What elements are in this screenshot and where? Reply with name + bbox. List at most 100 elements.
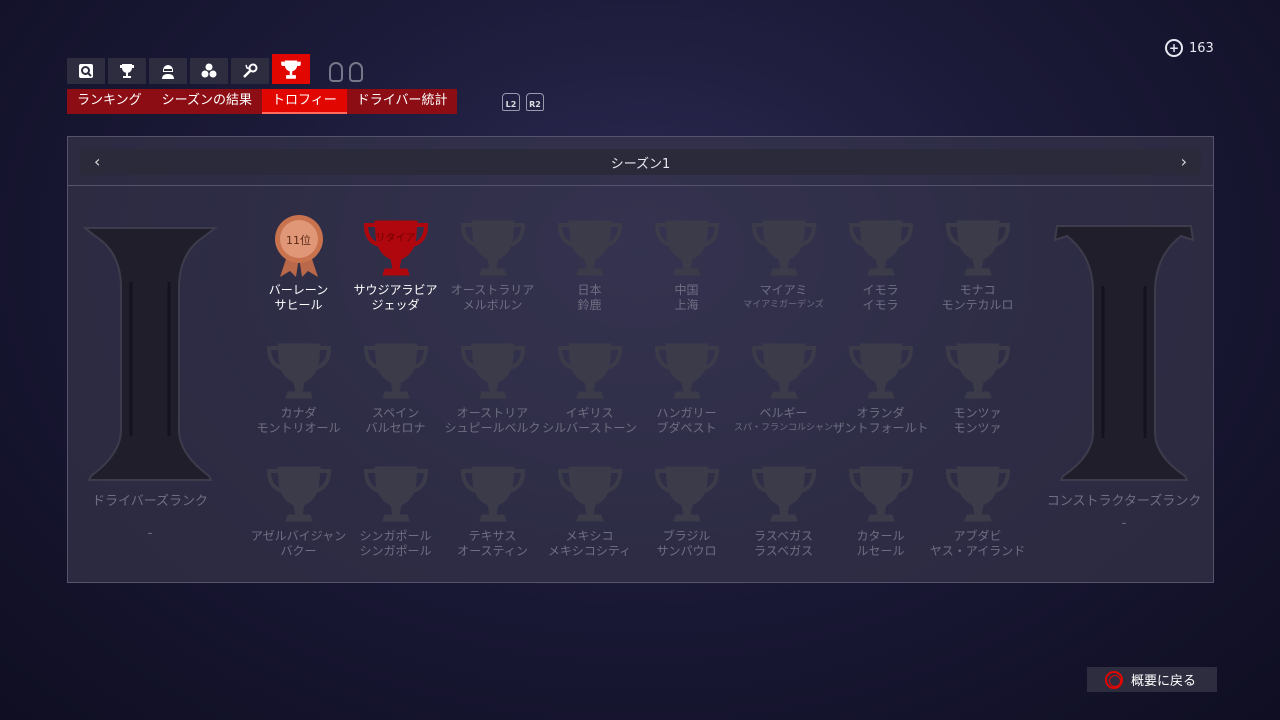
race-trophy-item[interactable]: シンガポール シンガポール xyxy=(347,459,444,582)
locked-trophy-icon xyxy=(361,336,431,404)
race-label: バーレーン サヒール xyxy=(269,283,328,313)
race-label: アブダビ ヤス・アイランド xyxy=(930,529,1025,559)
shoulder-buttons xyxy=(329,62,363,82)
race-trophy-item[interactable]: モナコ モンテカルロ xyxy=(929,213,1026,336)
race-country: テキサス xyxy=(468,529,517,543)
race-trophy-item[interactable]: 日本 鈴鹿 xyxy=(541,213,638,336)
search-tab-icon[interactable] xyxy=(67,58,105,84)
race-trophy-item[interactable]: ラスベガス ラスベガス xyxy=(735,459,832,582)
race-circuit: モンツァ xyxy=(953,421,1002,435)
tab-season-results[interactable]: シーズンの結果 xyxy=(152,89,262,114)
race-country: 日本 xyxy=(577,283,602,297)
race-country: ハンガリー xyxy=(656,406,717,420)
race-circuit: シンガポール xyxy=(359,544,432,558)
trophy-cup-tab-icon[interactable] xyxy=(108,58,146,84)
race-label: マイアミ マイアミガーデンズ xyxy=(743,283,824,313)
race-circuit: バクー xyxy=(280,544,317,558)
race-trophy-item[interactable]: カタール ルセール xyxy=(832,459,929,582)
chevron-left-icon[interactable]: ‹ xyxy=(94,152,100,171)
race-trophy-item[interactable]: 中国 上海 xyxy=(638,213,735,336)
race-circuit: モンテカルロ xyxy=(941,298,1014,312)
tab-driver-stats[interactable]: ドライバー統計 xyxy=(347,89,458,114)
race-circuit: イモラ xyxy=(862,298,899,312)
race-circuit: メルボルン xyxy=(462,298,523,312)
trophy-panel: ‹ シーズン1 › ドライバーズランク - コンストラクターズランク - 11位… xyxy=(67,136,1214,583)
race-label: オーストラリア メルボルン xyxy=(451,283,534,313)
race-trophy-item[interactable]: リタイア サウジアラビア ジェッダ xyxy=(347,213,444,336)
race-label: モナコ モンテカルロ xyxy=(941,283,1013,313)
race-label: シンガポール シンガポール xyxy=(359,529,431,559)
race-trophy-item[interactable]: マイアミ マイアミガーデンズ xyxy=(735,213,832,336)
locked-trophy-icon xyxy=(943,213,1013,281)
driver-rank-trophy-icon xyxy=(82,227,218,481)
constructor-rank: コンストラクターズランク - xyxy=(1044,222,1204,531)
race-trophy-item[interactable]: ベルギー スパ・フランコルシャン xyxy=(734,336,834,459)
locked-trophy-icon xyxy=(555,459,625,527)
tab-ranking[interactable]: ランキング xyxy=(67,89,152,114)
race-trophy-item[interactable]: 11位 バーレーン サヒール xyxy=(250,213,347,336)
race-circuit: サヒール xyxy=(274,298,323,312)
race-trophy-item[interactable]: オランダ ザントフォールト xyxy=(832,336,929,459)
currency-display: + 163 xyxy=(1165,39,1214,57)
race-circuit: シルバーストーン xyxy=(542,421,637,435)
constructor-rank-label: コンストラクターズランク xyxy=(1046,494,1202,509)
locked-trophy-icon xyxy=(458,336,528,404)
race-circuit: ルセール xyxy=(856,544,905,558)
race-label: イモラ イモラ xyxy=(862,283,898,313)
wrench-tab-icon[interactable] xyxy=(231,58,269,84)
race-trophy-item[interactable]: モンツァ モンツァ xyxy=(929,336,1026,459)
race-label: アゼルバイジャン バクー xyxy=(251,529,346,559)
locked-trophy-icon xyxy=(555,336,625,404)
race-trophy-item[interactable]: ハンガリー ブダペスト xyxy=(638,336,735,459)
locked-trophy-icon xyxy=(943,336,1013,404)
race-trophy-item[interactable]: イギリス シルバーストーン xyxy=(541,336,638,459)
race-trophy-item[interactable]: スペイン バルセロナ xyxy=(347,336,444,459)
race-country: モンツァ xyxy=(953,406,1002,420)
locked-trophy-icon xyxy=(652,459,722,527)
race-circuit: バルセロナ xyxy=(365,421,426,435)
race-country: オランダ xyxy=(856,406,905,420)
constructor-rank-trophy-icon xyxy=(1053,225,1195,481)
locked-trophy-icon xyxy=(458,213,528,281)
race-circuit: ヤス・アイランド xyxy=(929,544,1026,558)
race-trophy-item[interactable]: メキシコ メキシコシティ xyxy=(541,459,638,582)
race-label: 日本 鈴鹿 xyxy=(577,283,601,313)
race-trophy-item[interactable]: オーストリア シュピールベルク xyxy=(444,336,541,459)
race-trophy-item[interactable]: テキサス オースティン xyxy=(444,459,541,582)
race-label: オーストリア シュピールベルク xyxy=(444,406,540,436)
race-circuit: ラスベガス xyxy=(754,544,813,558)
race-trophy-item[interactable]: オーストラリア メルボルン xyxy=(444,213,541,336)
r1-button-icon xyxy=(349,62,363,82)
race-trophy-item[interactable]: カナダ モントリオール xyxy=(250,336,347,459)
driver-tab-icon[interactable] xyxy=(149,58,187,84)
race-country: カタール xyxy=(856,529,905,543)
season-selector: ‹ シーズン1 › xyxy=(80,149,1201,175)
race-country: アゼルバイジャン xyxy=(250,529,347,543)
locked-trophy-icon xyxy=(943,459,1013,527)
race-circuit: スパ・フランコルシャン xyxy=(734,423,834,433)
race-circuit: ザントフォールト xyxy=(832,421,929,435)
locked-trophy-icon xyxy=(458,459,528,527)
trophy-tab-icon[interactable] xyxy=(272,54,310,84)
tab-trophies[interactable]: トロフィー xyxy=(261,89,347,114)
race-trophy-item[interactable]: イモラ イモラ xyxy=(832,213,929,336)
back-to-overview-button[interactable]: 概要に戻る xyxy=(1087,667,1217,692)
circle-button-icon xyxy=(1105,670,1123,689)
constructor-rank-value: - xyxy=(1121,516,1127,531)
race-label: ハンガリー ブダペスト xyxy=(656,406,716,436)
chevron-right-icon[interactable]: › xyxy=(1181,152,1187,171)
race-circuit: マイアミガーデンズ xyxy=(743,300,824,310)
locked-trophy-icon xyxy=(555,213,625,281)
race-country: バーレーン xyxy=(268,283,329,297)
locked-trophy-icon xyxy=(749,459,819,527)
locked-trophy-icon xyxy=(846,213,916,281)
locked-trophy-icon xyxy=(652,336,722,404)
race-circuit: メキシコシティ xyxy=(547,544,632,558)
section-tabs: ランキング シーズンの結果 トロフィー ドライバー統計 xyxy=(67,89,458,114)
race-country: ブラジル xyxy=(662,529,711,543)
race-trophy-item[interactable]: アブダビ ヤス・アイランド xyxy=(929,459,1026,582)
race-trophy-item[interactable]: アゼルバイジャン バクー xyxy=(250,459,347,582)
race-label: イギリス シルバーストーン xyxy=(542,406,637,436)
race-trophy-item[interactable]: ブラジル サンパウロ xyxy=(638,459,735,582)
team-tab-icon[interactable] xyxy=(190,58,228,84)
